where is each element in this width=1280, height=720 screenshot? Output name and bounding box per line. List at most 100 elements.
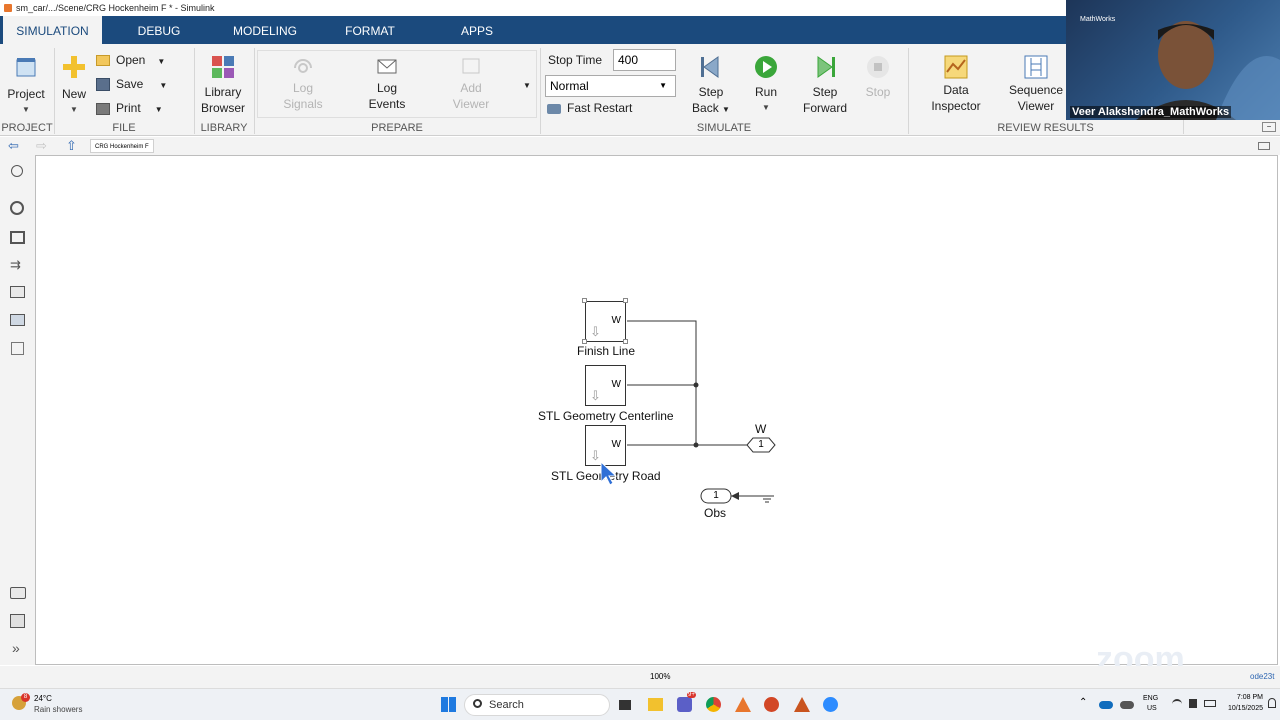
image-icon[interactable]	[10, 314, 25, 326]
fast-restart-button[interactable]: Fast Restart	[547, 100, 637, 116]
stl-geometry-centerline-block[interactable]: W ⇩	[585, 365, 626, 406]
block-name-stl-geometry-centerline[interactable]: STL Geometry Centerline	[538, 409, 674, 423]
log-signals-label-1: Log	[292, 81, 314, 95]
step-forward-button[interactable]: Step Forward	[800, 54, 850, 116]
annotation-icon[interactable]	[10, 286, 25, 298]
task-view-icon[interactable]	[619, 700, 631, 710]
windows-start-icon[interactable]	[441, 697, 456, 712]
language-line-2[interactable]: US	[1147, 705, 1157, 712]
search-icon	[473, 699, 482, 708]
block-name-finish-line[interactable]: Finish Line	[577, 344, 635, 358]
new-button[interactable]: New ▼	[58, 54, 90, 118]
canvas-left-toolbar: ⇉ »	[0, 155, 35, 665]
stop-time-input[interactable]: 400	[613, 49, 676, 71]
clock-date[interactable]: 10/15/2025	[1223, 705, 1263, 712]
save-button[interactable]: Save ▼	[96, 76, 176, 94]
onedrive-icon[interactable]	[1099, 701, 1113, 709]
sequence-viewer-button[interactable]: Sequence Viewer	[1004, 54, 1068, 114]
inport-number: 1	[713, 490, 719, 501]
solver-name[interactable]: ode23t	[1250, 672, 1274, 681]
finish-line-block[interactable]: W ⇩	[585, 301, 626, 342]
matlab-icon[interactable]	[735, 697, 751, 712]
model-browser-icon[interactable]	[10, 614, 25, 628]
notification-bell-icon[interactable]	[1268, 698, 1276, 708]
selection-handle	[582, 298, 587, 303]
zoom-level: 100%	[650, 672, 671, 681]
section-label-library: LIBRARY	[200, 122, 248, 134]
data-inspector-button[interactable]: Data Inspector	[928, 54, 984, 114]
model-canvas[interactable]: W ⇩ Finish Line W ⇩ STL Geometry Centerl…	[35, 155, 1278, 678]
ground-block-icon[interactable]	[758, 492, 776, 504]
zoom-in-icon[interactable]	[10, 201, 24, 215]
volume-icon[interactable]	[1189, 699, 1197, 708]
log-signals-label-2: Signals	[283, 97, 323, 111]
battery-icon[interactable]	[1204, 700, 1216, 707]
hide-explorer-icon[interactable]	[11, 165, 23, 177]
powerpoint-icon[interactable]	[764, 697, 779, 712]
model-navigation-bar: ⇦ ⇨ ⇧ CRG Hockenheim F	[0, 137, 1280, 155]
library-browser-button[interactable]: Library Browser	[198, 54, 248, 116]
wifi-icon[interactable]	[1172, 699, 1182, 709]
stop-button[interactable]: Stop	[860, 54, 896, 100]
outport-name[interactable]: W	[755, 422, 766, 436]
new-label: New	[61, 87, 86, 101]
search-placeholder: Search	[489, 699, 524, 711]
area-icon[interactable]	[11, 342, 24, 355]
chevron-down-icon: ▼	[154, 105, 163, 114]
fit-to-view-icon[interactable]	[10, 231, 25, 244]
tab-apps[interactable]: APPS	[452, 16, 502, 44]
add-viewer-label-1: Add	[460, 81, 482, 95]
section-label-simulate: SIMULATE	[696, 122, 752, 134]
forward-arrow-icon[interactable]: ⇨	[36, 137, 47, 155]
status-bar: 100% ode23t	[0, 666, 1280, 688]
open-button[interactable]: Open ▼	[96, 52, 176, 70]
weather-description[interactable]: Rain showers	[34, 705, 82, 714]
library-browser-icon	[212, 56, 234, 78]
language-line-1[interactable]: ENG	[1143, 695, 1158, 702]
camera-icon[interactable]	[10, 587, 26, 599]
windows-taskbar: 8 24°C Rain showers Search 9+ ⌃ ENG US 7…	[0, 688, 1280, 720]
explorer-toggle-icon[interactable]	[1258, 142, 1270, 150]
simulation-mode-value: Normal	[550, 79, 589, 93]
participant-name: Veer Alakshendra_MathWorks	[1070, 106, 1232, 118]
add-viewer-button[interactable]: Add Viewer	[446, 56, 496, 112]
signal-arrow-icon[interactable]: ⇉	[10, 258, 21, 272]
collapse-icon: −	[1266, 122, 1272, 131]
log-signals-button[interactable]: Log Signals	[278, 56, 328, 112]
chrome-icon[interactable]	[706, 697, 721, 712]
new-icon	[63, 56, 85, 78]
breadcrumb[interactable]: CRG Hockenheim F	[90, 139, 154, 153]
back-arrow-icon[interactable]: ⇦	[8, 137, 19, 155]
tab-modeling[interactable]: MODELING	[222, 16, 308, 44]
cloud-icon[interactable]	[1120, 701, 1134, 709]
section-label-review-results: REVIEW RESULTS	[997, 122, 1094, 134]
log-events-button[interactable]: Log Events	[362, 56, 412, 112]
collapse-ribbon-button[interactable]: −	[1262, 122, 1276, 132]
step-back-button[interactable]: Step Back ▼	[688, 54, 734, 118]
up-arrow-icon[interactable]: ⇧	[66, 137, 77, 155]
file-explorer-icon[interactable]	[648, 698, 663, 711]
print-button[interactable]: Print ▼	[96, 100, 176, 118]
teams-icon[interactable]	[677, 697, 692, 712]
inport-name[interactable]: Obs	[704, 506, 726, 520]
simulation-mode-select[interactable]: Normal ▼	[545, 75, 676, 97]
matlab-icon-2[interactable]	[794, 697, 810, 712]
project-button[interactable]: Project ▼	[4, 54, 48, 118]
section-label-project: PROJECT	[1, 122, 53, 134]
tab-debug[interactable]: DEBUG	[120, 16, 198, 44]
chevron-down-icon: ▼	[722, 105, 730, 114]
clock-time[interactable]: 7:08 PM	[1223, 694, 1263, 701]
tab-simulation[interactable]: SIMULATION	[3, 16, 102, 44]
add-viewer-label-2: Viewer	[452, 97, 490, 111]
expand-chevrons-icon[interactable]: »	[12, 641, 20, 655]
port-label: W	[611, 315, 621, 326]
taskbar-search-box[interactable]: Search	[464, 694, 610, 716]
sequence-viewer-icon	[1024, 55, 1048, 79]
zoom-app-icon[interactable]	[823, 697, 838, 712]
weather-temperature[interactable]: 24°C	[34, 694, 52, 703]
prepare-gallery-expand[interactable]: ▼	[520, 78, 534, 94]
chevron-up-icon[interactable]: ⌃	[1079, 697, 1087, 708]
step-back-label-2: Back	[692, 101, 719, 115]
tab-format[interactable]: FORMAT	[333, 16, 407, 44]
run-button[interactable]: Run ▼	[746, 54, 786, 116]
